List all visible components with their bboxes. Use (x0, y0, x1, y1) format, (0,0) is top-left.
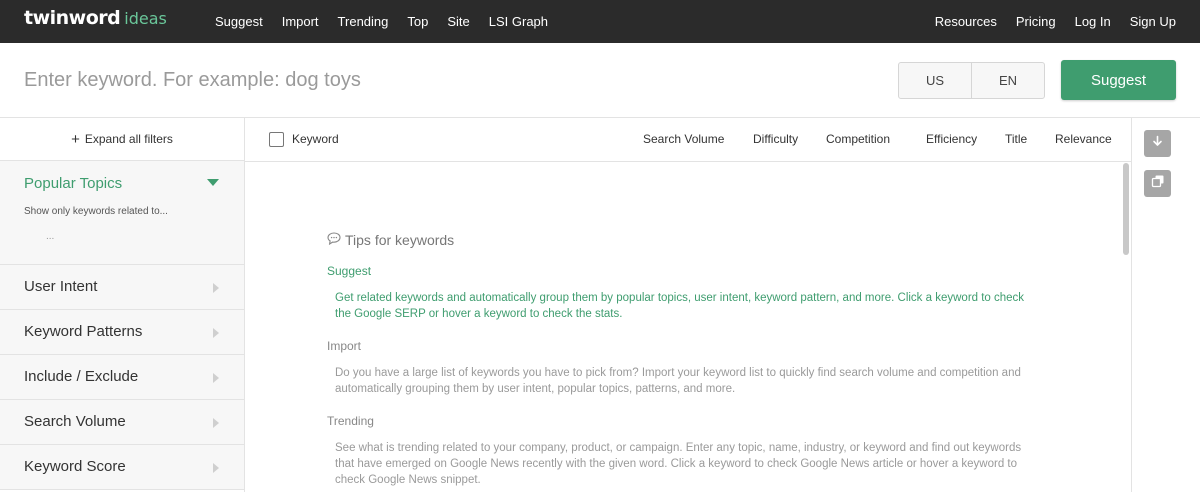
popular-topics-panel: Popular Topics Show only keywords relate… (0, 161, 244, 265)
chevron-right-icon (213, 463, 219, 473)
expand-all-filters-label: Expand all filters (84, 132, 173, 146)
nav-left: Suggest Import Trending Top Site LSI Gra… (215, 0, 567, 43)
tips-heading: Tips for keywords (327, 232, 454, 248)
chevron-right-icon (213, 283, 219, 293)
nav-link-pricing[interactable]: Pricing (1016, 14, 1056, 29)
results-area: Tips for keywords Suggest Get related ke… (245, 162, 1131, 492)
nav-link-import[interactable]: Import (282, 14, 319, 29)
suggest-button[interactable]: Suggest (1061, 60, 1176, 100)
column-title[interactable]: Title (1005, 132, 1027, 146)
country-button[interactable]: US (899, 63, 971, 98)
filter-user-intent[interactable]: User Intent (0, 265, 244, 310)
speech-bubble-icon (327, 232, 341, 248)
filter-include-exclude[interactable]: Include / Exclude (0, 355, 244, 400)
top-navigation: twinword ideas Suggest Import Trending T… (0, 0, 1200, 43)
column-efficiency[interactable]: Efficiency (926, 132, 977, 146)
filter-label: Search Volume (24, 413, 126, 430)
language-button[interactable]: EN (971, 63, 1044, 98)
popular-topics-placeholder: ... (46, 231, 55, 242)
nav-link-lsi-graph[interactable]: LSI Graph (489, 14, 548, 29)
nav-link-resources[interactable]: Resources (935, 14, 997, 29)
column-relevance[interactable]: Relevance (1055, 132, 1112, 146)
filter-label: User Intent (24, 278, 98, 295)
tips-title: Tips for keywords (345, 232, 455, 248)
copy-icon (1151, 174, 1165, 193)
brand-logo-main: twinword (24, 7, 121, 29)
select-all-checkbox[interactable] (269, 132, 284, 147)
download-icon (1151, 135, 1164, 153)
brand-logo-sub: ideas (124, 9, 167, 28)
nav-link-trending[interactable]: Trending (338, 14, 389, 29)
action-rail (1131, 118, 1200, 492)
tip-section-title-import: Import (327, 339, 362, 353)
filter-label: Keyword Patterns (24, 323, 143, 340)
filter-label: Keyword Score (24, 458, 126, 475)
brand-logo[interactable]: twinword ideas (24, 7, 167, 33)
filter-label: Include / Exclude (24, 368, 139, 385)
column-competition[interactable]: Competition (826, 132, 890, 146)
tip-section-text-trending: See what is trending related to your com… (335, 442, 1022, 486)
filter-search-volume[interactable]: Search Volume (0, 400, 244, 445)
tip-section-title-suggest: Suggest (327, 264, 372, 278)
download-button[interactable] (1144, 130, 1171, 157)
nav-link-signup[interactable]: Sign Up (1130, 14, 1176, 29)
filter-keyword-score[interactable]: Keyword Score (0, 445, 244, 490)
chevron-right-icon (213, 418, 219, 428)
results-scrollbar[interactable] (1123, 163, 1129, 255)
tip-section-title-trending: Trending (327, 414, 374, 428)
chevron-right-icon (213, 373, 219, 383)
nav-link-top[interactable]: Top (407, 14, 428, 29)
results-table-header: Keyword Search Volume Difficulty Competi… (245, 118, 1131, 162)
nav-link-login[interactable]: Log In (1075, 14, 1111, 29)
popular-topics-title[interactable]: Popular Topics (24, 175, 122, 192)
filter-sidebar: + Expand all filters Popular Topics Show… (0, 118, 245, 492)
filter-keyword-patterns[interactable]: Keyword Patterns (0, 310, 244, 355)
chevron-right-icon (213, 328, 219, 338)
copy-button[interactable] (1144, 170, 1171, 197)
column-difficulty[interactable]: Difficulty (753, 132, 798, 146)
popular-topics-description: Show only keywords related to... (24, 206, 168, 217)
search-bar: US EN Suggest (0, 43, 1200, 118)
keyword-search-input[interactable] (24, 63, 724, 97)
caret-down-icon[interactable] (207, 179, 219, 186)
nav-link-site[interactable]: Site (447, 14, 469, 29)
plus-icon: + (71, 130, 80, 148)
nav-right: Resources Pricing Log In Sign Up (916, 0, 1176, 43)
column-keyword[interactable]: Keyword (292, 132, 339, 146)
nav-link-suggest[interactable]: Suggest (215, 14, 263, 29)
column-search-volume[interactable]: Search Volume (643, 132, 724, 146)
tip-section-text-suggest: Get related keywords and automatically g… (335, 292, 1025, 320)
tip-section-text-import: Do you have a large list of keywords you… (335, 367, 1021, 395)
expand-all-filters-button[interactable]: + Expand all filters (0, 118, 244, 161)
locale-selector: US EN (898, 62, 1045, 99)
